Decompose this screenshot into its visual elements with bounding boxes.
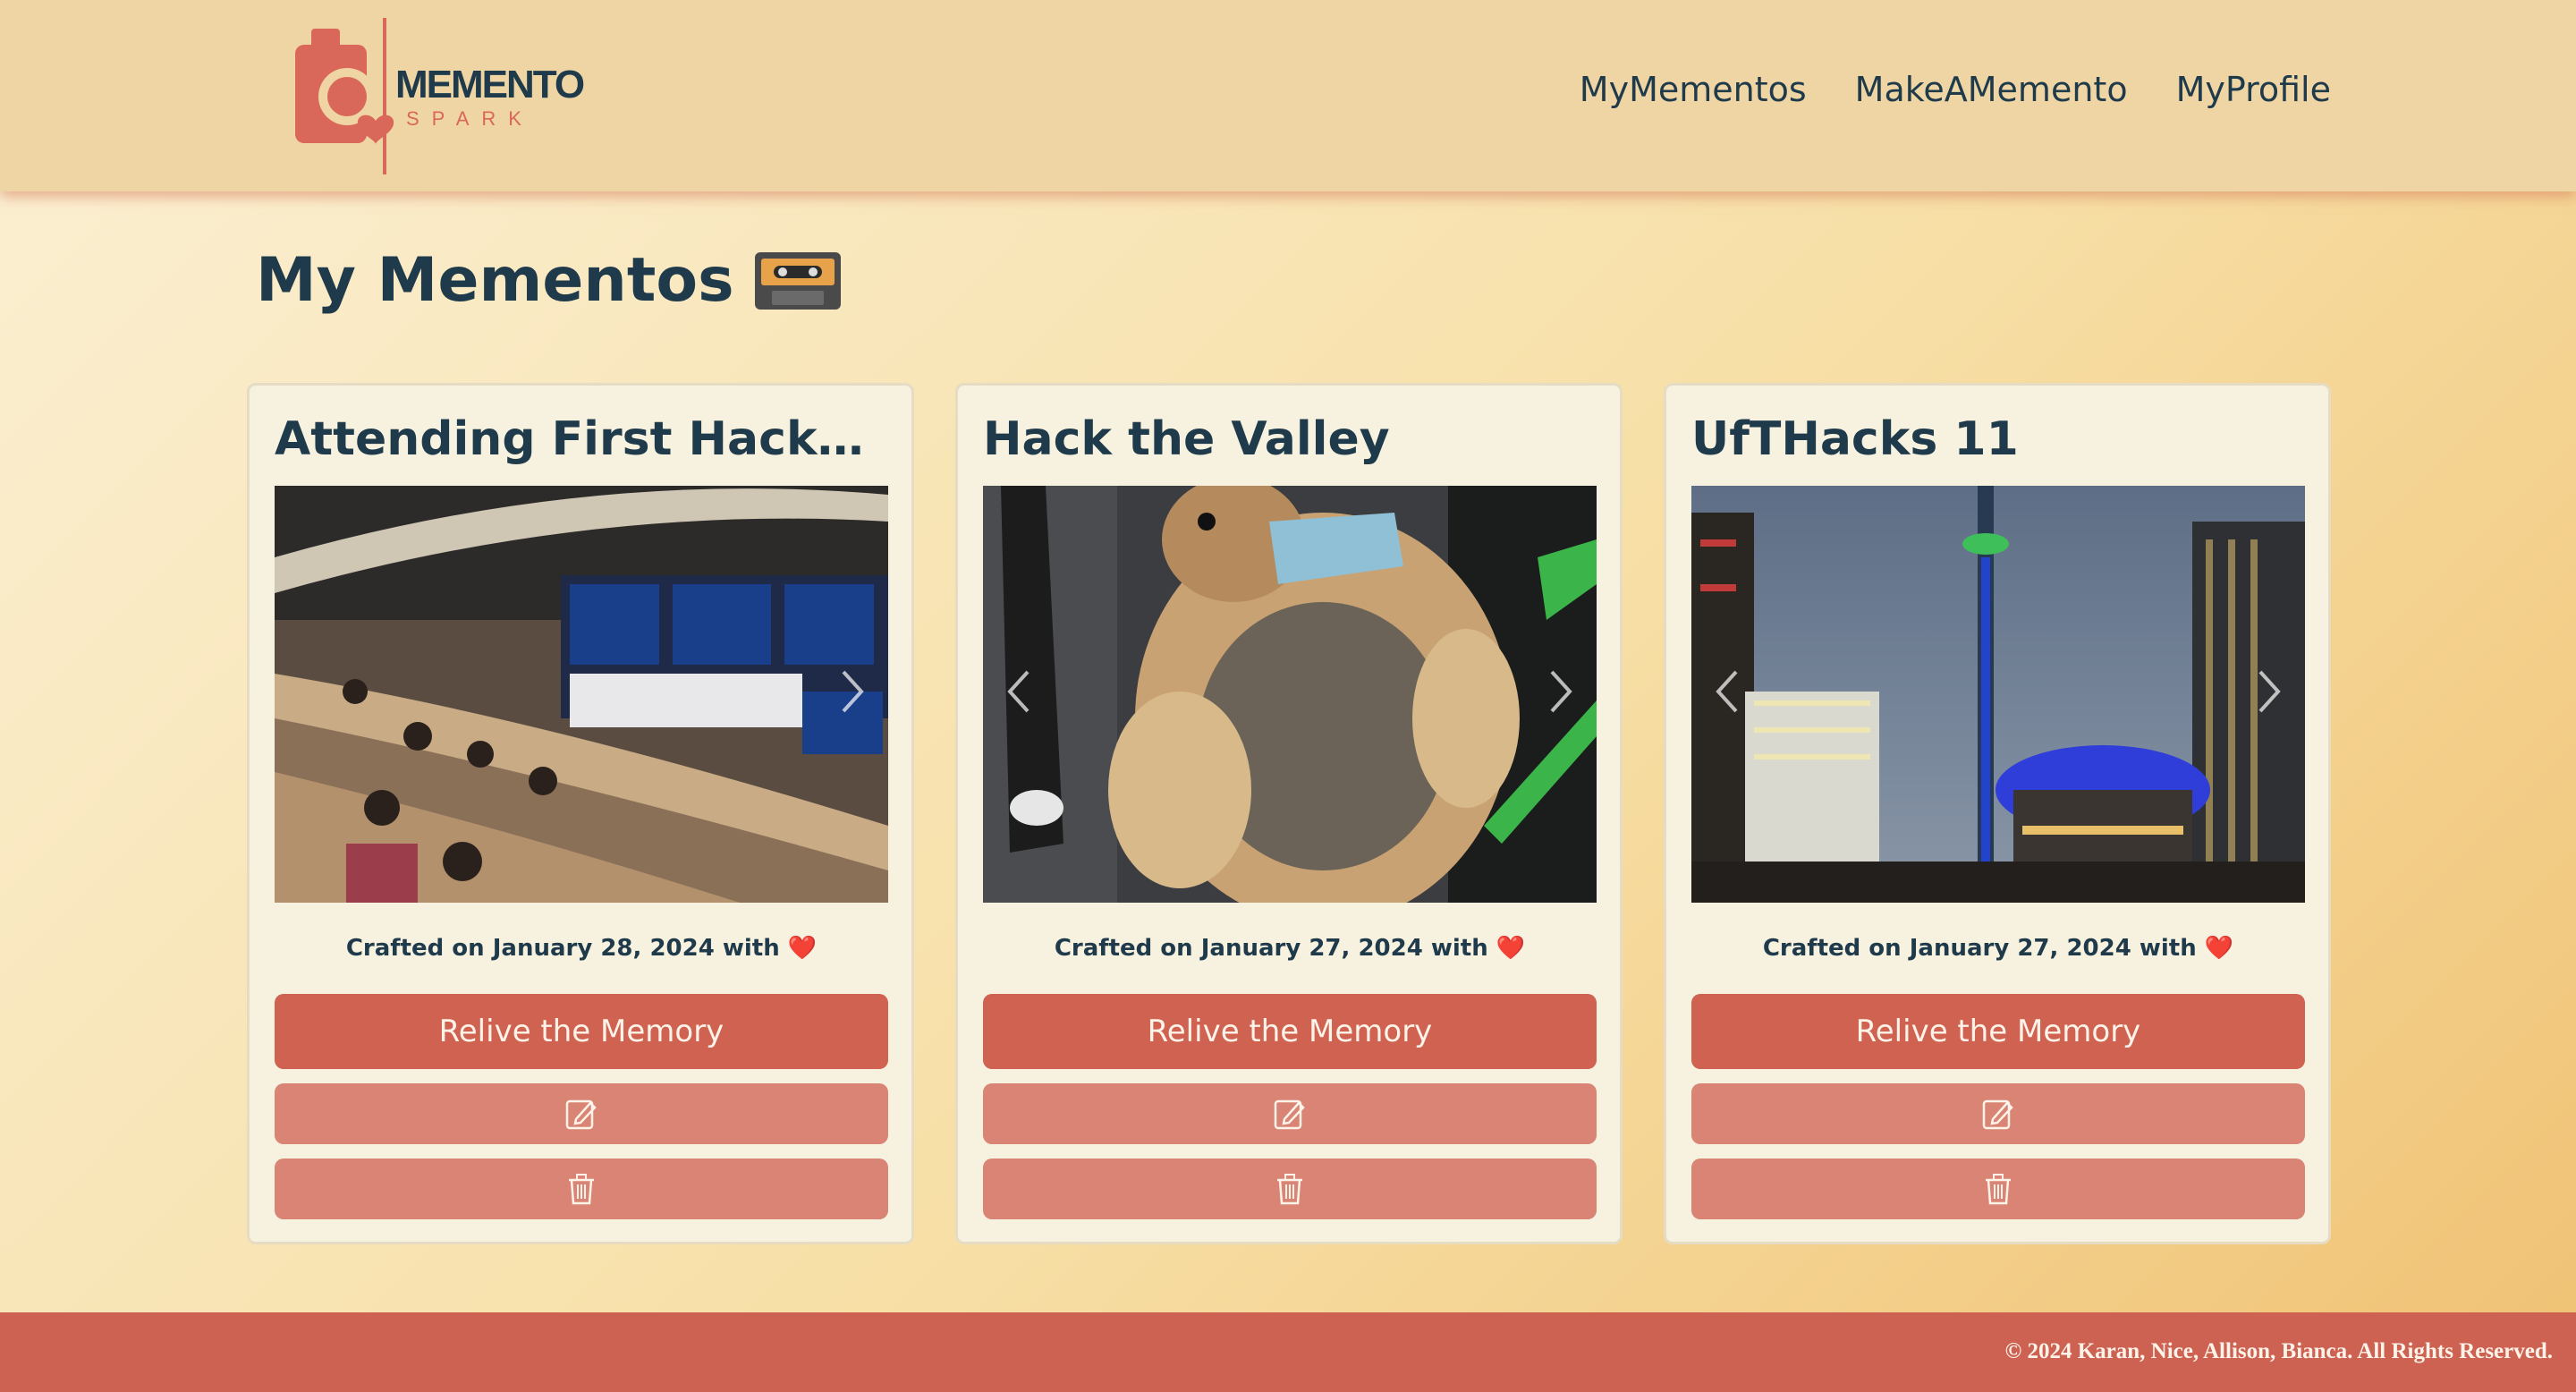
- edit-icon: [1982, 1099, 2013, 1130]
- crafted-text: Crafted on January 27, 2024 with: [1054, 935, 1488, 962]
- brand-logo[interactable]: MEMENTO SPARK: [295, 18, 585, 174]
- crafted-date: Crafted on January 27, 2024 with ❤️: [1691, 935, 2305, 962]
- heart-icon: ❤️: [2204, 935, 2234, 962]
- site-header: MEMENTO SPARK MyMementos MakeAMemento My…: [0, 0, 2576, 191]
- heart-icon: ❤️: [787, 935, 818, 962]
- chevron-right-icon[interactable]: [2251, 665, 2287, 718]
- site-footer: © 2024 Karan, Nice, Allison, Bianca. All…: [0, 1312, 2576, 1392]
- relive-memory-button[interactable]: Relive the Memory: [275, 994, 888, 1069]
- city-tower-photo[interactable]: [1691, 486, 2305, 903]
- edit-button[interactable]: [983, 1083, 1597, 1144]
- crafted-date: Crafted on January 28, 2024 with ❤️: [275, 935, 888, 962]
- memento-card: UfTHacks 11 Crafted on January 27, 2024 …: [1664, 383, 2331, 1244]
- brand-subtitle: SPARK: [406, 107, 534, 130]
- puppy-photo[interactable]: [983, 486, 1597, 903]
- memento-card: Attending First Hackathon C: [247, 383, 914, 1244]
- chevron-left-icon[interactable]: [1709, 665, 1745, 718]
- nav-my-mementos[interactable]: MyMementos: [1580, 70, 1807, 109]
- chevron-right-icon[interactable]: [1543, 665, 1579, 718]
- chevron-right-icon[interactable]: [835, 665, 870, 718]
- card-title: Hack the Valley: [983, 412, 1390, 466]
- relive-memory-button[interactable]: Relive the Memory: [983, 994, 1597, 1069]
- chevron-left-icon[interactable]: [1001, 665, 1037, 718]
- crafted-text: Crafted on January 28, 2024 with: [345, 935, 780, 962]
- trash-icon: [569, 1174, 594, 1205]
- edit-icon: [1274, 1099, 1305, 1130]
- page-title-text: My Mementos: [256, 245, 734, 316]
- page-title: My Mementos: [256, 245, 842, 316]
- edit-button[interactable]: [1691, 1083, 2305, 1144]
- delete-button[interactable]: [983, 1159, 1597, 1219]
- trash-icon: [1986, 1174, 2011, 1205]
- copyright-text: © 2024 Karan, Nice, Allison, Bianca. All…: [2004, 1339, 2553, 1363]
- camera-heart-icon: [295, 18, 394, 174]
- crafted-text: Crafted on January 27, 2024 with: [1762, 935, 2197, 962]
- nav-make-a-memento[interactable]: MakeAMemento: [1855, 70, 2128, 109]
- nav-my-profile[interactable]: MyProfile: [2176, 70, 2331, 109]
- delete-button[interactable]: [1691, 1159, 2305, 1219]
- edit-button[interactable]: [275, 1083, 888, 1144]
- cassette-tape-icon: [754, 251, 841, 310]
- memento-card: Hack the Valley Crafted on January 27, 2…: [955, 383, 1623, 1244]
- crafted-date: Crafted on January 27, 2024 with ❤️: [983, 935, 1597, 962]
- relive-memory-button[interactable]: Relive the Memory: [1691, 994, 2305, 1069]
- card-title: Attending First Hackathon: [275, 412, 888, 466]
- lecture-hall-photo[interactable]: [275, 486, 888, 903]
- delete-button[interactable]: [275, 1159, 888, 1219]
- edit-icon: [565, 1099, 597, 1130]
- heart-icon: ❤️: [1496, 935, 1526, 962]
- trash-icon: [1277, 1174, 1302, 1205]
- brand-name: MEMENTO: [395, 63, 585, 106]
- card-title: UfTHacks 11: [1691, 412, 2019, 466]
- main-nav: MyMementos MakeAMemento MyProfile: [1580, 70, 2331, 109]
